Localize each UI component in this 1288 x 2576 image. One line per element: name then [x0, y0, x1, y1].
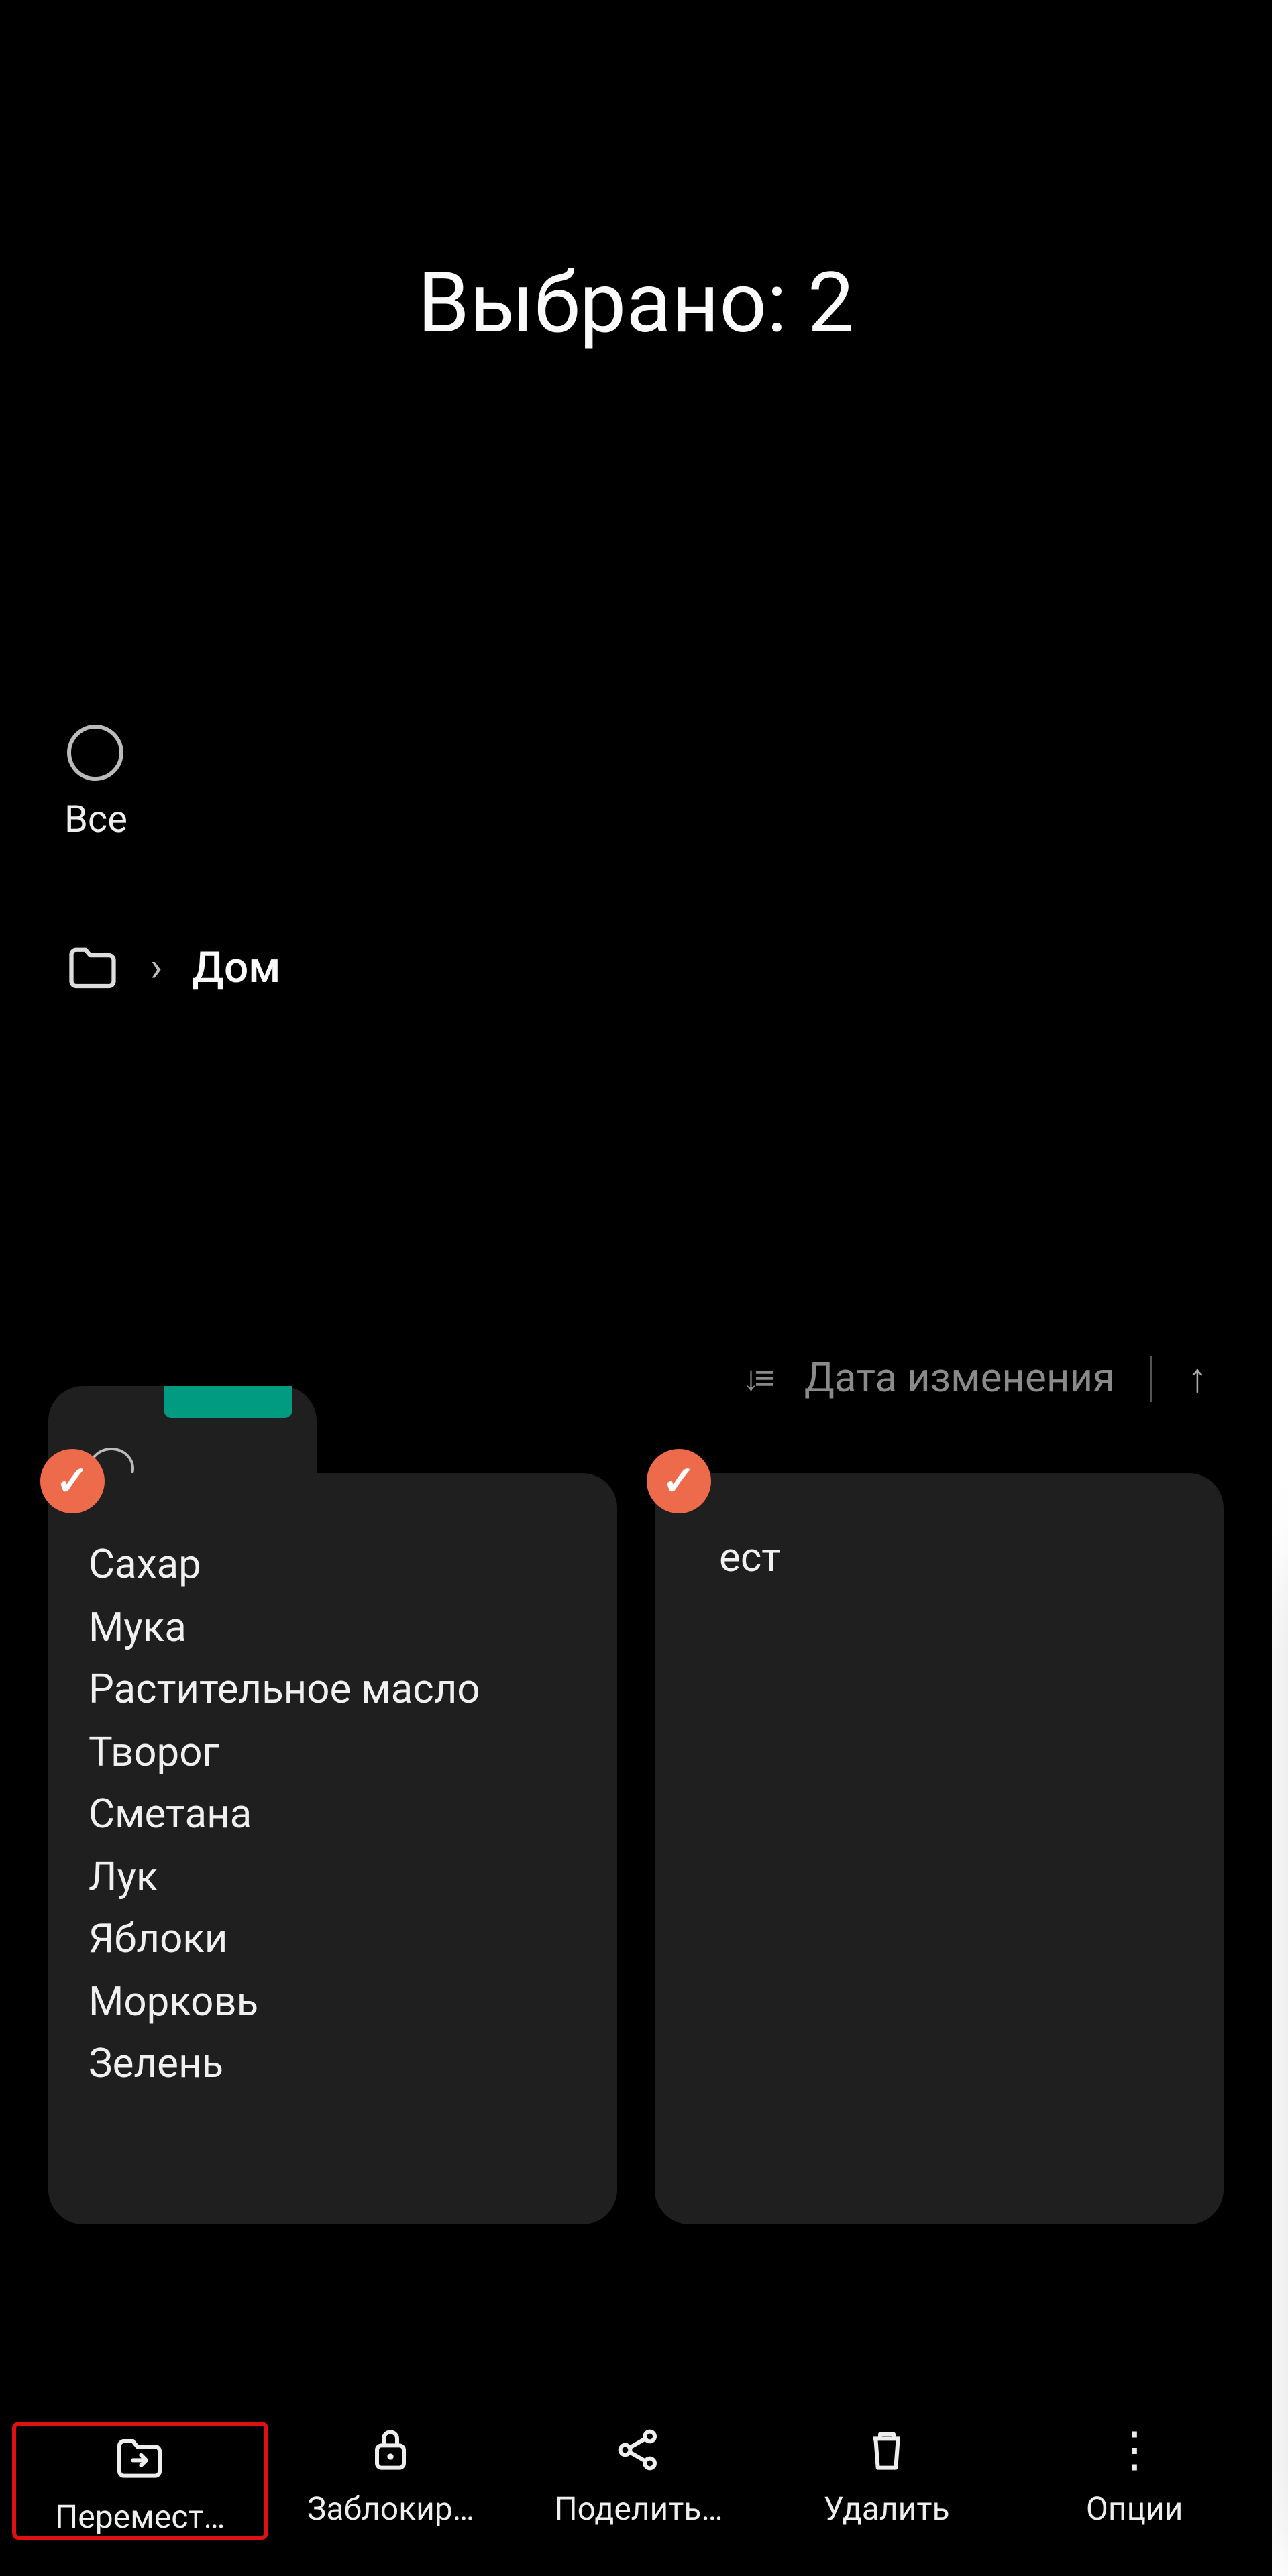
screen-left: Выбрано: 2 Все › Дом Влож ↓≡ Дата измене…	[0, 0, 1288, 2576]
lock-label: Заблокир…	[307, 2490, 474, 2528]
lock-icon	[364, 2423, 417, 2477]
selection-header: Выбрано: 2	[0, 255, 1272, 353]
checkmark-icon: ✓	[40, 1449, 105, 1513]
sort-direction-icon[interactable]: ↑	[1187, 1355, 1208, 1402]
move-label: Перемест…	[55, 2498, 225, 2536]
bottom-action-bar: Перемест… Заблокир… Поделить… Удалить ⋮ …	[0, 2423, 1272, 2538]
move-icon	[113, 2431, 167, 2485]
sort-label: Дата изменения	[804, 1355, 1115, 1402]
breadcrumb-current: Дом	[192, 942, 280, 993]
folder-icon	[64, 939, 121, 996]
sort-icon: ↓≡	[742, 1358, 769, 1399]
share-icon	[612, 2423, 665, 2477]
checkbox-circle-icon	[68, 724, 124, 781]
note-card[interactable]: ✓ ест	[655, 1473, 1224, 2224]
divider	[1150, 1356, 1152, 1401]
note-content: Сахар Мука Растительное масло Творог Сме…	[89, 1535, 577, 2096]
options-label: Опции	[1086, 2490, 1183, 2528]
options-button[interactable]: ⋮ Опции	[1010, 2423, 1258, 2538]
delete-label: Удалить	[824, 2490, 950, 2528]
share-button[interactable]: Поделить…	[515, 2423, 763, 2538]
note-card[interactable]: ✓ Сахар Мука Растительное масло Творог С…	[48, 1473, 617, 2224]
sort-row[interactable]: ↓≡ Дата изменения ↑	[742, 1355, 1208, 1402]
select-all-label: Все	[64, 797, 127, 841]
checkmark-icon: ✓	[647, 1449, 711, 1513]
delete-button[interactable]: Удалить	[763, 2423, 1011, 2538]
more-icon: ⋮	[1110, 2423, 1159, 2477]
chevron-right-icon: ›	[150, 944, 162, 991]
folder-tab-icon	[164, 1386, 292, 1418]
note-content: ест	[719, 1535, 1183, 1582]
breadcrumb[interactable]: › Дом	[64, 939, 280, 996]
move-button[interactable]: Перемест…	[13, 2423, 267, 2538]
select-all-toggle[interactable]: Все	[64, 724, 127, 841]
share-label: Поделить…	[554, 2490, 722, 2528]
trash-icon	[860, 2423, 914, 2477]
lock-button[interactable]: Заблокир…	[267, 2423, 515, 2538]
